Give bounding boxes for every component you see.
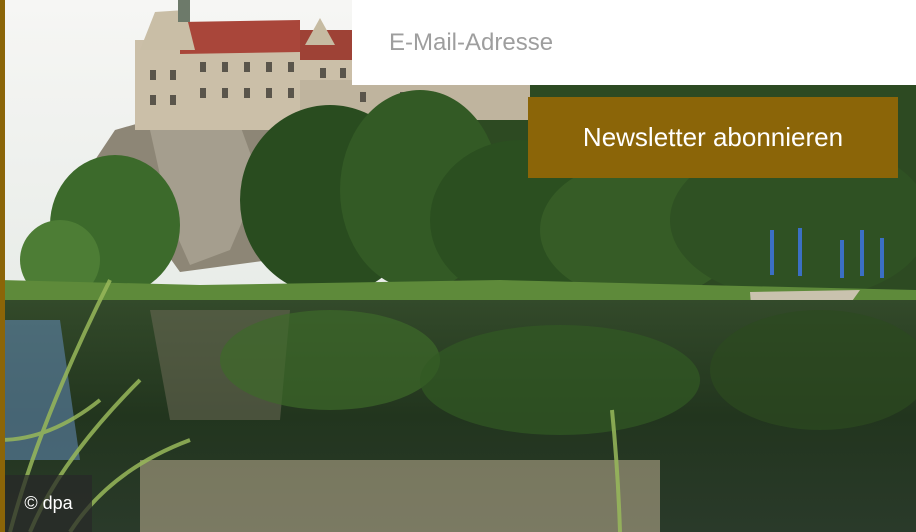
photo-credit-label: © dpa [24, 493, 73, 513]
accent-bar [0, 0, 5, 532]
email-input[interactable] [352, 0, 916, 85]
photo-credit: © dpa [5, 475, 92, 532]
subscribe-button[interactable]: Newsletter abonnieren [528, 97, 898, 178]
